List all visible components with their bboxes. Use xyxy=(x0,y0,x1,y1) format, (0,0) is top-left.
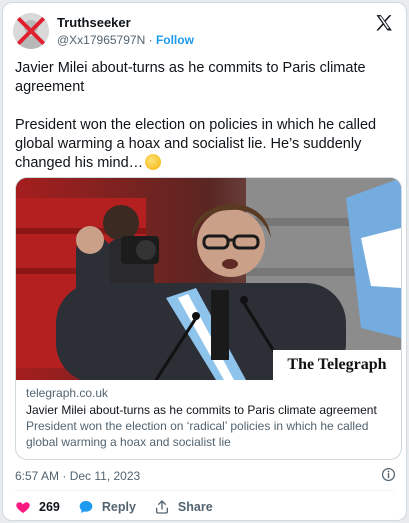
reply-label: Reply xyxy=(101,500,136,514)
post-card: Truthseeker @Xx17965797N · Follow Javier… xyxy=(2,2,407,521)
x-logo-icon[interactable] xyxy=(374,13,394,33)
link-meta: telegraph.co.uk Javier Milei about-turns… xyxy=(26,386,393,450)
author-name[interactable]: Truthseeker xyxy=(57,15,131,30)
avatar-image xyxy=(13,13,49,49)
publisher-logo: The Telegraph xyxy=(273,350,401,380)
like-count: 269 xyxy=(39,500,60,514)
avatar[interactable] xyxy=(13,13,49,49)
post-paragraph-2: President won the election on policies i… xyxy=(15,116,400,173)
share-icon xyxy=(155,500,168,514)
thinking-face-emoji xyxy=(145,154,162,170)
post-paragraph-1: Javier Milei about-turns as he commits t… xyxy=(15,60,366,95)
info-icon[interactable] xyxy=(381,467,396,482)
post-timestamp[interactable]: 6:57 AM · Dec 11, 2023 xyxy=(15,469,140,483)
reply-bubble-icon xyxy=(79,501,93,513)
link-domain: telegraph.co.uk xyxy=(26,386,109,400)
share-button[interactable]: Share xyxy=(154,499,213,515)
author-handle[interactable]: @Xx17965797N xyxy=(57,33,145,47)
divider xyxy=(15,490,394,491)
link-description: President won the election on ‘radical’ … xyxy=(26,419,369,449)
heart-icon xyxy=(16,502,30,513)
action-bar: 269 Reply Share xyxy=(15,497,231,517)
link-preview-card[interactable]: The Telegraph telegraph.co.uk Javier Mil… xyxy=(15,177,402,460)
share-label: Share xyxy=(177,500,213,514)
reply-button[interactable]: Reply xyxy=(78,499,136,515)
author-handle-row: @Xx17965797N · Follow xyxy=(57,33,194,47)
link-preview-image: The Telegraph xyxy=(16,178,401,380)
post-paragraph-2-text: President won the election on policies i… xyxy=(15,117,377,171)
like-button[interactable]: 269 xyxy=(15,499,60,515)
follow-button[interactable]: Follow xyxy=(156,33,194,47)
link-headline: Javier Milei about-turns as he commits t… xyxy=(26,402,377,417)
separator-dot: · xyxy=(148,33,153,47)
post-header: Truthseeker @Xx17965797N · Follow xyxy=(13,11,396,51)
post-text: Javier Milei about-turns as he commits t… xyxy=(15,59,400,173)
